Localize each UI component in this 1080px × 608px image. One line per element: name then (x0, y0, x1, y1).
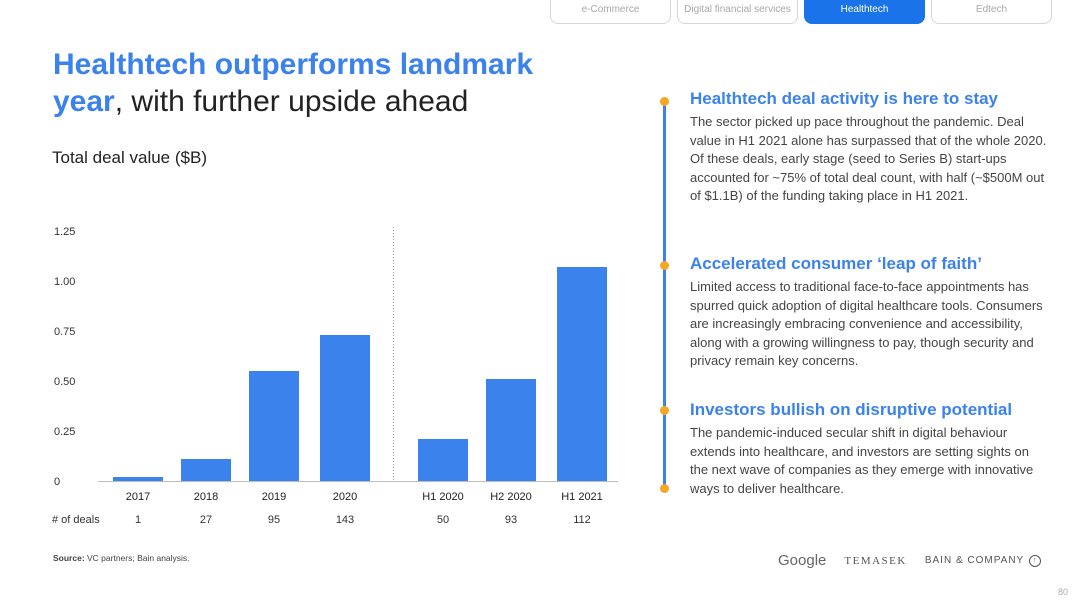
deal-count-label: 50 (437, 514, 449, 526)
source-label: Source: (53, 553, 85, 563)
partner-logos: Google TEMASEK BAIN & COMPANY ↑ (778, 552, 1042, 569)
timeline-line (663, 100, 666, 490)
x-tick-label: 2019 (262, 491, 286, 503)
deal-count-label: 1 (135, 514, 141, 526)
bar (557, 267, 607, 481)
page-title: Healthtech outperforms landmark year, wit… (53, 46, 533, 120)
title-highlight-line1: Healthtech outperforms landmark (53, 48, 534, 81)
bain-logo: BAIN & COMPANY ↑ (924, 554, 1042, 567)
x-tick-label: 2018 (194, 491, 218, 503)
section-heading: Accelerated consumer ‘leap of faith’ (690, 254, 982, 273)
tab-digital-financial-services[interactable]: Digital financial services (677, 0, 798, 24)
x-tick-label: H1 2020 (422, 491, 464, 503)
bar (320, 335, 370, 481)
deal-count-label: 143 (336, 514, 354, 526)
y-tick-label: 0 (54, 476, 60, 488)
insight-section: Investors bullish on disruptive potentia… (690, 400, 1050, 498)
tab-e-commerce[interactable]: e-Commerce (550, 0, 671, 24)
bain-circle-icon: ↑ (1029, 554, 1042, 567)
x-tick-label: H1 2021 (561, 491, 603, 503)
y-tick-label: 1.00 (54, 276, 75, 288)
section-body: The sector picked up pace throughout the… (690, 114, 1047, 203)
tab-edtech[interactable]: Edtech (931, 0, 1052, 24)
bar (113, 477, 163, 481)
temasek-logo: TEMASEK (844, 554, 907, 567)
y-tick-label: 0.75 (54, 326, 75, 338)
y-tick-label: 0.50 (54, 376, 75, 388)
insight-section: Healthtech deal activity is here to stay… (690, 89, 1050, 206)
y-tick-label: 0.25 (54, 426, 75, 438)
x-tick-label: 2020 (333, 491, 357, 503)
deal-count-label: 27 (200, 514, 212, 526)
section-heading: Investors bullish on disruptive potentia… (690, 400, 1013, 419)
deal-count-label: 93 (505, 514, 517, 526)
x-tick-label: 2017 (126, 491, 150, 503)
bain-logo-text: BAIN & COMPANY (924, 555, 1025, 566)
title-highlight-line2: year (53, 85, 115, 118)
timeline-dot (660, 484, 669, 493)
source-text: VC partners; Bain analysis. (84, 553, 190, 563)
section-body: The pandemic-induced secular shift in di… (690, 425, 1034, 496)
section-heading: Healthtech deal activity is here to stay (690, 89, 999, 108)
bar (486, 379, 536, 481)
timeline-dot (660, 261, 669, 270)
bar (249, 371, 299, 481)
tab-healthtech[interactable]: Healthtech (804, 0, 925, 24)
google-logo: Google (778, 552, 827, 569)
chart-title: Total deal value ($B) (52, 148, 207, 167)
deal-count-label: 112 (573, 514, 591, 526)
section-tabs: e-Commerce Digital financial services He… (550, 0, 1052, 24)
section-body: Limited access to traditional face-to-fa… (690, 279, 1043, 368)
deals-row-label: # of deals (52, 514, 100, 526)
title-rest: , with further upside ahead (114, 85, 469, 118)
y-tick-label: 1.25 (54, 226, 75, 238)
bar-chart: 0 0.25 0.50 0.75 1.00 1.25 2017 1 2018 27 2019 95 20… (52, 226, 618, 526)
page-number: 80 (1057, 587, 1068, 597)
insight-section: Accelerated consumer ‘leap of faith’ Lim… (690, 254, 1050, 371)
deal-count-label: 95 (268, 514, 280, 526)
timeline-dot (660, 406, 669, 415)
x-tick-label: H2 2020 (490, 491, 532, 503)
bar (418, 439, 468, 481)
bar (181, 459, 231, 481)
source-note: Source: VC partners; Bain analysis. (53, 553, 190, 563)
timeline-dot (660, 97, 669, 106)
